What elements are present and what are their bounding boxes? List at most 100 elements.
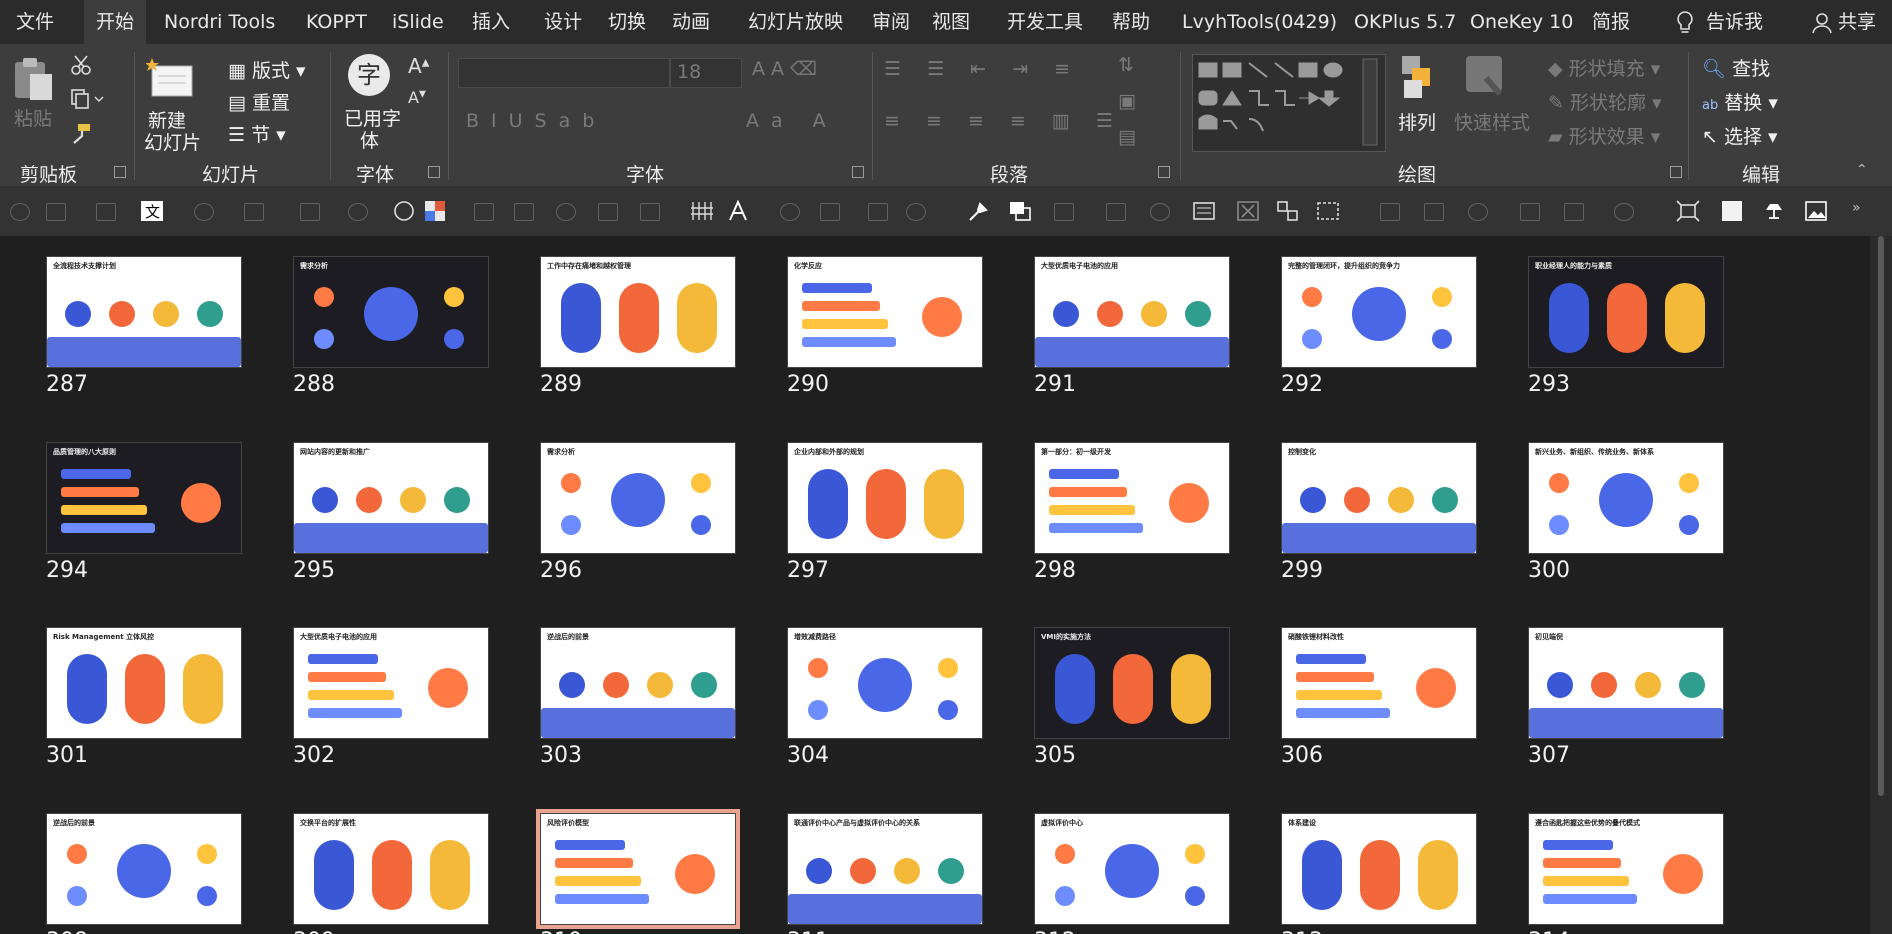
slide-thumbnail[interactable]: 体系建设 bbox=[1281, 813, 1477, 925]
font-size-combobox[interactable]: 18 bbox=[670, 58, 742, 88]
slide-thumbnail[interactable]: 新兴业务、新组织、传统业务、新体系 bbox=[1528, 442, 1724, 554]
drawing-launcher[interactable] bbox=[1670, 166, 1682, 178]
reset-button[interactable]: ▤ 重置 bbox=[228, 88, 290, 115]
slide-thumbnail[interactable]: 逆战后的前景 bbox=[540, 627, 736, 739]
font-size-value: 18 bbox=[677, 61, 702, 83]
used-fonts-button[interactable]: 字 已用字 体 bbox=[344, 54, 401, 152]
toolbar-dim-icon bbox=[1054, 203, 1074, 221]
tab-6[interactable]: 设计 bbox=[532, 0, 594, 44]
tab-14[interactable]: LvyhTools(0429) bbox=[1170, 0, 1349, 44]
layout-button[interactable]: ▦ 版式 ▾ bbox=[228, 56, 306, 83]
tab-0[interactable]: 文件 bbox=[4, 0, 66, 44]
slide-title: 需求分析 bbox=[547, 448, 575, 456]
slide-thumbnail[interactable]: 遵合函匙把握这些优势的叠代模式 bbox=[1528, 813, 1724, 925]
text-style-icon[interactable] bbox=[726, 200, 750, 222]
scrollbar-thumb[interactable] bbox=[1878, 236, 1884, 796]
slide-thumbnail[interactable]: 品质管理的八大原则 bbox=[46, 442, 242, 554]
tab-16[interactable]: OneKey 10 bbox=[1458, 0, 1585, 44]
quick-styles-button[interactable]: 快速样式 bbox=[1454, 54, 1530, 134]
tab-13[interactable]: 帮助 bbox=[1100, 0, 1162, 44]
tab-2[interactable]: Nordri Tools bbox=[152, 0, 287, 44]
lamp-icon[interactable] bbox=[1762, 200, 1786, 222]
slide-thumbnail[interactable]: 大型优质电子电池的应用 bbox=[1034, 256, 1230, 368]
slide-thumbnail[interactable]: 硝酸铁锂材料改性 bbox=[1281, 627, 1477, 739]
shrink-font-icon[interactable]: A▼ bbox=[408, 88, 426, 107]
slide-thumbnail[interactable]: 增效减费路径 bbox=[787, 627, 983, 739]
tab-17[interactable]: 简报 bbox=[1580, 0, 1642, 44]
slide-thumbnail[interactable]: 初见端倪 bbox=[1528, 627, 1724, 739]
slide-shape bbox=[356, 487, 382, 513]
slide-thumbnail[interactable]: 风险评价模型 bbox=[536, 809, 740, 929]
slide-thumbnail[interactable]: VMI的实施方法 bbox=[1034, 627, 1230, 739]
toolbar-dim-icon bbox=[244, 203, 264, 221]
paste-button[interactable]: 粘贴 bbox=[12, 56, 54, 130]
font-name-combobox[interactable] bbox=[458, 58, 670, 88]
slide-title: 需求分析 bbox=[300, 262, 328, 270]
tab-5[interactable]: 插入 bbox=[460, 0, 522, 44]
group-icon[interactable] bbox=[1276, 200, 1300, 222]
frame-icon[interactable] bbox=[1316, 200, 1340, 222]
text-box-icon[interactable]: 文 bbox=[140, 200, 164, 222]
slide-thumbnail[interactable]: 职业经理人的能力与素质 bbox=[1528, 256, 1724, 368]
tab-1[interactable]: 开始 bbox=[84, 0, 147, 44]
color-fill-icon[interactable] bbox=[424, 200, 448, 222]
fit-icon[interactable] bbox=[1676, 200, 1700, 222]
textbox-outline-icon[interactable] bbox=[1192, 200, 1216, 222]
tab-12[interactable]: 开发工具 bbox=[995, 0, 1095, 44]
paragraph-launcher[interactable] bbox=[1158, 166, 1170, 178]
slide-thumbnail[interactable]: 需求分析 bbox=[293, 256, 489, 368]
slide-thumbnail[interactable]: 工作中存在痛堵和越权管理 bbox=[540, 256, 736, 368]
slide-shape bbox=[1302, 287, 1322, 307]
collapse-ribbon-icon[interactable]: ⌃ bbox=[1856, 162, 1868, 178]
replace-button[interactable]: ab 替换 ▾ bbox=[1702, 88, 1778, 115]
slide-thumbnail[interactable]: 逆战后的前景 bbox=[46, 813, 242, 925]
tab-9[interactable]: 幻灯片放映 bbox=[736, 0, 855, 44]
copy-icon[interactable] bbox=[70, 88, 104, 110]
brush-icon[interactable] bbox=[966, 200, 990, 222]
picture-icon[interactable] bbox=[1804, 200, 1828, 222]
format-painter-icon[interactable] bbox=[70, 122, 92, 144]
slide-thumbnail[interactable]: 全流程技术支撑计划 bbox=[46, 256, 242, 368]
font-launcher[interactable] bbox=[852, 166, 864, 178]
tab-15[interactable]: OKPlus 5.7 bbox=[1342, 0, 1468, 44]
clipboard-launcher[interactable] bbox=[114, 166, 126, 178]
tab-4[interactable]: iSlide bbox=[380, 0, 456, 44]
slide-thumbnail[interactable]: 完整的管理闭环，提升组织的竞争力 bbox=[1281, 256, 1477, 368]
slide-thumbnail[interactable]: 控制变化 bbox=[1281, 442, 1477, 554]
slide-thumbnail[interactable]: 联通评价中心产品与虚拟评价中心的关系 bbox=[787, 813, 983, 925]
tab-11[interactable]: 视图 bbox=[920, 0, 982, 44]
slide-thumbnail[interactable]: 虚拟评价中心 bbox=[1034, 813, 1230, 925]
slide-thumbnail[interactable]: 企业内部和外部的规划 bbox=[787, 442, 983, 554]
find-button[interactable]: 🔍︎ 查找 bbox=[1702, 54, 1770, 81]
slide-thumbnail[interactable]: 化学反应 bbox=[787, 256, 983, 368]
grid-icon[interactable] bbox=[690, 200, 714, 222]
grow-font-icon[interactable]: A▲ bbox=[408, 54, 429, 78]
slide-shape bbox=[364, 287, 418, 341]
slide-shape bbox=[1360, 840, 1400, 910]
shapes-gallery[interactable] bbox=[1192, 54, 1386, 152]
font-small-launcher[interactable] bbox=[428, 166, 440, 178]
white-square-icon[interactable] bbox=[1720, 200, 1744, 222]
more-icon[interactable]: » bbox=[1852, 200, 1876, 222]
slide-thumbnail[interactable]: 网站内容的更新和推广 bbox=[293, 442, 489, 554]
new-slide-button[interactable]: 新建 幻灯片 bbox=[144, 56, 201, 154]
slide-thumbnail[interactable]: 交换平台的扩展性 bbox=[293, 813, 489, 925]
select-button[interactable]: ↖ 选择 ▾ bbox=[1702, 122, 1778, 149]
tab-8[interactable]: 动画 bbox=[660, 0, 722, 44]
share-button[interactable]: 共享 bbox=[1800, 0, 1888, 44]
tab-7[interactable]: 切换 bbox=[596, 0, 658, 44]
slide-thumbnail[interactable]: 大型优质电子电池的应用 bbox=[293, 627, 489, 739]
arrange-button[interactable]: 排列 bbox=[1396, 54, 1440, 134]
vertical-scrollbar[interactable] bbox=[1870, 236, 1892, 934]
section-button[interactable]: ☰ 节 ▾ bbox=[228, 120, 286, 147]
circle-icon[interactable] bbox=[392, 200, 416, 222]
bring-front-icon[interactable] bbox=[1008, 200, 1032, 222]
slide-thumbnail[interactable]: 第一部分：初一级开发 bbox=[1034, 442, 1230, 554]
tab-10[interactable]: 审阅 bbox=[860, 0, 922, 44]
slide-thumbnail[interactable]: 需求分析 bbox=[540, 442, 736, 554]
cut-icon[interactable] bbox=[70, 54, 92, 76]
slide-thumbnail[interactable]: Risk Management 立体风控 bbox=[46, 627, 242, 739]
tab-3[interactable]: KOPPT bbox=[294, 0, 379, 44]
delete-box-icon[interactable] bbox=[1236, 200, 1260, 222]
tell-me-search[interactable]: 告诉我 bbox=[1694, 0, 1775, 44]
